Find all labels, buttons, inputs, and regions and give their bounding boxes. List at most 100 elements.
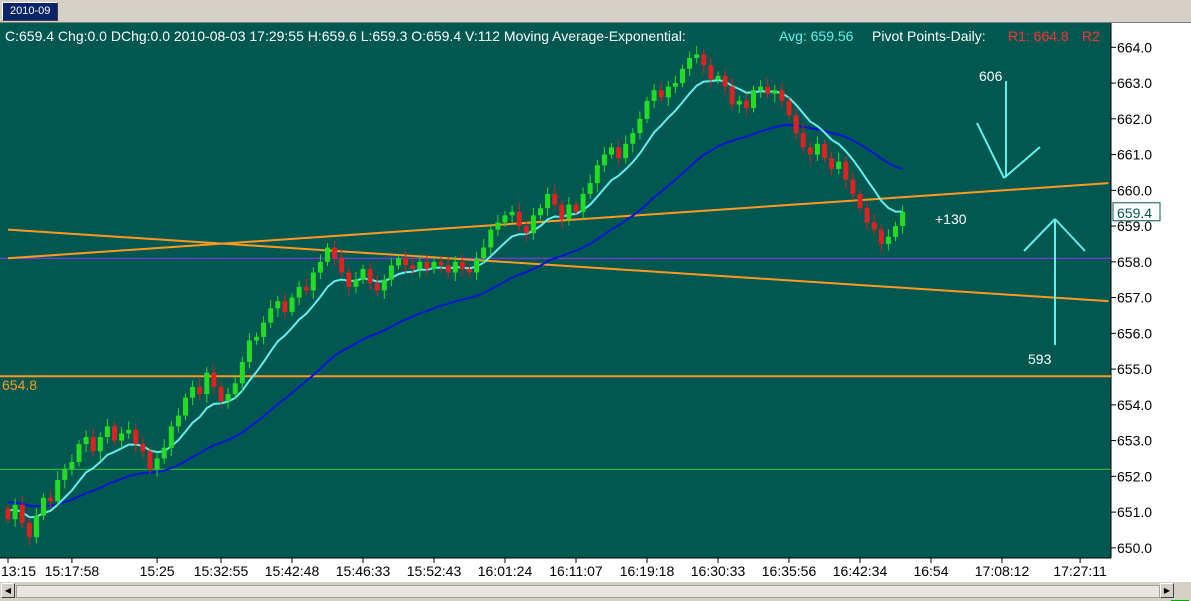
candle-body — [83, 437, 89, 445]
candle-body — [467, 268, 472, 273]
candle-body — [630, 133, 636, 144]
avg-label: Avg: 659.56 — [779, 28, 854, 44]
candle-body — [601, 154, 607, 166]
candle-body — [729, 86, 735, 105]
candle-body — [431, 261, 437, 269]
x-tick-label: 15:42:48 — [265, 563, 320, 579]
candle-body — [268, 308, 274, 323]
y-tick-label: 660.0 — [1117, 182, 1152, 198]
candle-body — [722, 75, 728, 87]
annotation-label: 593 — [1028, 351, 1052, 367]
horizontal-scrollbar[interactable]: ◀ ▶ — [0, 581, 1191, 600]
x-tick-label: 16:54 — [913, 563, 948, 579]
scroll-track[interactable] — [16, 585, 1160, 598]
candle-body — [658, 90, 664, 98]
price-chart[interactable]: 654.8 606 +130 593 650.0 651.0 652.0 653.0 654… — [0, 23, 1191, 581]
candle-body — [104, 426, 110, 438]
x-tick-label: 17:27:11 — [1053, 563, 1107, 579]
candle-body — [694, 54, 700, 59]
candle-body — [786, 100, 792, 116]
candle-body — [637, 118, 643, 134]
annotation-label: 606 — [979, 68, 1003, 84]
candle-body — [289, 297, 295, 312]
candle-body — [282, 301, 288, 312]
candle-body — [530, 215, 536, 234]
candle-body — [459, 261, 465, 269]
candle-body — [374, 283, 380, 291]
candle-body — [566, 204, 572, 219]
header-legend: C:659.4 Chg:0.0 DChg:0.0 2010-08-03 17:2… — [5, 28, 1100, 44]
candle-body — [502, 215, 508, 223]
candle-body — [836, 161, 842, 169]
scroll-right-button[interactable]: ▶ — [1160, 583, 1174, 598]
symbol-tab-bar: 2010-09 — [0, 0, 1191, 23]
candle-body — [147, 451, 153, 470]
candle-body — [41, 497, 46, 516]
candle-body — [55, 479, 61, 502]
y-tick-label: 653.0 — [1117, 433, 1152, 449]
candle-body — [559, 204, 565, 219]
candle-body — [701, 54, 707, 66]
candle-body — [644, 100, 650, 119]
candle-body — [751, 90, 756, 109]
candle-body — [793, 115, 799, 134]
candle-body — [438, 261, 444, 266]
candle-body — [878, 229, 884, 244]
x-tick-label: 16:19:18 — [620, 563, 675, 579]
candle-body — [516, 211, 522, 227]
x-tick-label: 15:46:33 — [336, 563, 391, 579]
candle-body — [133, 429, 139, 445]
y-tick-label: 654.0 — [1117, 397, 1152, 413]
x-tick-label: 16:30:33 — [691, 563, 746, 579]
x-tick-label: 16:42:34 — [833, 563, 888, 579]
candle-body — [168, 426, 174, 448]
candle-body — [119, 433, 125, 441]
scroll-left-button[interactable]: ◀ — [1, 583, 15, 598]
candle-body — [758, 86, 764, 91]
candle-body — [183, 397, 188, 416]
candle-body — [388, 265, 394, 280]
candle-body — [573, 204, 579, 212]
y-tick-label: 657.0 — [1117, 290, 1152, 306]
candle-body — [325, 247, 330, 262]
x-tick-label: 16:35:56 — [762, 563, 817, 579]
candle-body — [140, 444, 146, 452]
candle-body — [900, 211, 906, 227]
y-tick-label: 651.0 — [1117, 504, 1152, 520]
x-tick-label: 15:52:43 — [407, 563, 462, 579]
candle-body — [885, 236, 891, 244]
candle-body — [211, 372, 217, 387]
candle-body — [893, 226, 898, 237]
candle-body — [587, 183, 593, 194]
chart-area[interactable]: 654.8 606 +130 593 650.0 651.0 652.0 653.0 654… — [0, 23, 1191, 601]
candle-body — [353, 279, 359, 287]
candle-body — [403, 258, 409, 266]
y-tick-label: 658.0 — [1117, 254, 1152, 270]
candle-body — [623, 143, 629, 159]
annotation-label: +130 — [935, 211, 967, 227]
candle-body — [772, 90, 778, 94]
candle-body — [779, 90, 785, 101]
candle-body — [69, 462, 75, 470]
candle-body — [687, 58, 693, 69]
candle-body — [154, 458, 160, 470]
candle-body — [410, 265, 416, 269]
candle-body — [857, 193, 863, 209]
candle-body — [246, 340, 252, 362]
level-label: 654.8 — [2, 377, 37, 393]
y-tick-label: 663.0 — [1117, 75, 1152, 91]
candle-body — [261, 322, 267, 337]
x-tick-label: 16:01:24 — [478, 563, 533, 579]
y-tick-label: 656.0 — [1117, 325, 1152, 341]
candle-body — [232, 383, 238, 395]
x-tick-label: 13:15 — [1, 563, 36, 579]
symbol-tab[interactable]: 2010-09 — [2, 2, 59, 21]
candle-body — [225, 394, 231, 402]
candle-body — [12, 504, 18, 520]
candle-body — [97, 437, 103, 452]
candle-body — [190, 386, 196, 398]
candle-body — [552, 193, 558, 205]
candle-body — [360, 268, 366, 280]
candle-body — [33, 515, 39, 538]
x-tick-label: 15:17:58 — [45, 563, 100, 579]
